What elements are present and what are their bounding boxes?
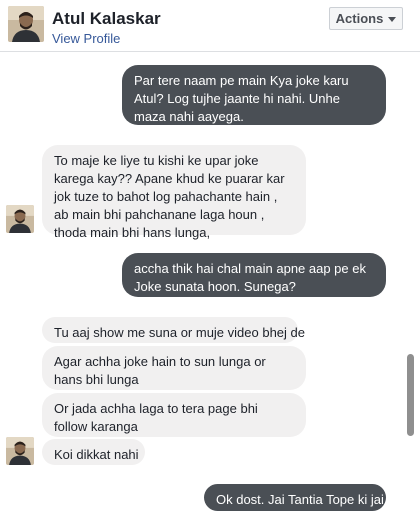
scrollbar-thumb[interactable] bbox=[407, 354, 414, 436]
actions-label: Actions bbox=[335, 11, 384, 26]
message-bubble-incoming[interactable]: Tu aaj show me suna or muje video bhej d… bbox=[42, 317, 305, 343]
message-bubble-incoming[interactable]: Agar achha joke hain to sun lunga or han… bbox=[42, 346, 306, 390]
message-thread[interactable]: Par tere naam pe main Kya joke karu Atul… bbox=[0, 53, 420, 521]
message-bubble-outgoing[interactable]: Par tere naam pe main Kya joke karu Atul… bbox=[122, 65, 386, 125]
view-profile-link[interactable]: View Profile bbox=[52, 31, 120, 46]
message-bubble-incoming[interactable]: Or jada achha laga to tera page bhi foll… bbox=[42, 393, 306, 437]
avatar-photo-icon bbox=[6, 205, 34, 233]
message-bubble-outgoing[interactable]: Ok dost. Jai Tantia Tope ki jai bbox=[204, 484, 386, 511]
contact-name[interactable]: Atul Kalaskar bbox=[52, 9, 161, 29]
message-bubble-incoming[interactable]: Koi dikkat nahi bbox=[42, 439, 145, 465]
avatar-photo-icon bbox=[6, 437, 34, 465]
sender-avatar[interactable] bbox=[6, 437, 34, 465]
caret-down-icon bbox=[388, 16, 397, 22]
scrollbar-track[interactable] bbox=[407, 53, 415, 521]
message-bubble-outgoing[interactable]: accha thik hai chal main apne aap pe ek … bbox=[122, 253, 386, 297]
sender-avatar[interactable] bbox=[6, 205, 34, 233]
actions-button[interactable]: Actions bbox=[329, 7, 403, 30]
chat-header: Atul Kalaskar View Profile Actions bbox=[0, 0, 420, 52]
contact-avatar[interactable] bbox=[8, 6, 44, 42]
avatar-photo-icon bbox=[8, 6, 44, 42]
message-bubble-incoming[interactable]: To maje ke liye tu kishi ke upar joke ka… bbox=[42, 145, 306, 240]
